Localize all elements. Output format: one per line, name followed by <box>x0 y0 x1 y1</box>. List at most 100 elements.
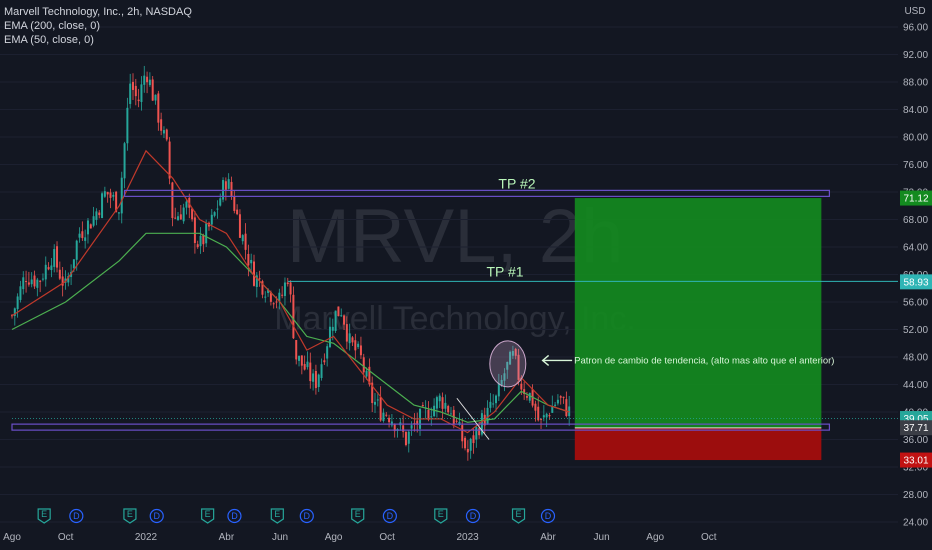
candle <box>84 229 87 249</box>
candle-body <box>402 425 405 432</box>
candle <box>447 404 450 415</box>
candle <box>188 193 191 219</box>
y-tick-label: 28.00 <box>903 490 928 501</box>
candle <box>123 141 126 189</box>
ema50-legend[interactable]: EMA (50, close, 0) <box>4 33 192 47</box>
ema200-legend[interactable]: EMA (200, close, 0) <box>4 19 192 33</box>
candle-body <box>359 345 362 356</box>
price-label-value: 71.12 <box>903 194 928 205</box>
candle <box>39 279 42 293</box>
price-chart[interactable]: MRVL, 2hMarvell Technology, Inc.TP #2TP … <box>0 0 932 550</box>
candle <box>441 392 444 419</box>
candle-body <box>30 279 33 285</box>
candle-body <box>486 407 489 424</box>
price-label-value: 33.01 <box>903 456 928 467</box>
candle-body <box>219 198 222 206</box>
candle-body <box>545 413 548 418</box>
y-tick-label: 44.00 <box>903 380 928 391</box>
candle-body <box>455 420 458 422</box>
candle-body <box>343 315 346 325</box>
profit-zone <box>574 198 822 428</box>
candle <box>449 407 452 415</box>
candle-body <box>298 355 301 361</box>
candle-body <box>81 231 84 239</box>
candle-body <box>106 191 109 195</box>
candle-body <box>241 235 244 242</box>
candle-body <box>410 425 413 429</box>
candle-body <box>317 374 320 388</box>
x-tick-label: Abr <box>219 532 235 543</box>
y-tick-label: 76.00 <box>903 160 928 171</box>
candle <box>247 244 250 277</box>
candle-body <box>385 414 388 416</box>
candle <box>281 286 284 299</box>
candle-body <box>154 94 157 101</box>
candle <box>238 209 241 238</box>
candle-body <box>95 211 98 220</box>
candle-body <box>472 435 475 444</box>
candle <box>309 352 312 389</box>
candle <box>545 412 548 428</box>
dividend-event-letter: D <box>73 511 80 521</box>
candle-body <box>404 431 407 446</box>
symbol-title[interactable]: Marvell Technology, Inc., 2h, NASDAQ <box>4 5 192 19</box>
candle <box>253 254 256 287</box>
candle-body <box>129 83 132 104</box>
candle-body <box>247 253 250 266</box>
candle <box>19 280 22 303</box>
candle <box>264 291 267 303</box>
candle <box>162 126 165 139</box>
candle-body <box>72 259 75 269</box>
candle-body <box>205 223 208 244</box>
candle-body <box>286 282 289 285</box>
candle <box>207 221 210 231</box>
candle-body <box>540 418 543 420</box>
candle-body <box>421 405 424 407</box>
candle-body <box>348 333 351 344</box>
candle <box>58 261 61 281</box>
x-tick-label: Abr <box>540 532 556 543</box>
earnings-event-letter: E <box>205 509 211 519</box>
x-tick-label: Ago <box>325 532 343 543</box>
candle <box>179 204 182 220</box>
candle-body <box>165 129 168 140</box>
candle-body <box>441 397 444 409</box>
candle <box>475 424 478 448</box>
candle-body <box>365 370 368 377</box>
candle <box>117 212 120 221</box>
candle <box>134 78 137 106</box>
x-tick-label: Jun <box>272 532 288 543</box>
candle-body <box>556 399 559 404</box>
dividend-event-letter: D <box>387 511 394 521</box>
annotation-text: Patron de cambio de tendencia, (alto mas… <box>574 355 834 366</box>
candle-body <box>210 214 213 225</box>
candle <box>323 353 326 365</box>
candle-body <box>250 259 253 264</box>
candle-body <box>300 355 303 366</box>
candle <box>199 227 202 254</box>
candle-body <box>182 207 185 222</box>
candle <box>528 392 531 404</box>
price-label: 33.01 <box>900 452 932 468</box>
chart-legend: Marvell Technology, Inc., 2h, NASDAQ EMA… <box>4 5 192 47</box>
candle-body <box>495 395 498 404</box>
candle <box>106 191 109 203</box>
candle-body <box>351 337 354 343</box>
candle-body <box>309 362 312 382</box>
candle-body <box>357 343 360 348</box>
candle <box>317 373 320 392</box>
candle-body <box>444 402 447 409</box>
candle-body <box>435 397 438 409</box>
candle-body <box>58 269 61 279</box>
candle <box>303 355 306 371</box>
candle <box>78 227 81 243</box>
candle-body <box>388 417 391 423</box>
candle-body <box>362 357 365 373</box>
earnings-event-letter: E <box>516 509 522 519</box>
candle-body <box>447 406 450 413</box>
candle-body <box>137 99 140 102</box>
candle-body <box>272 303 275 305</box>
candle-body <box>98 212 101 216</box>
candle <box>565 391 568 418</box>
candle-body <box>466 448 469 453</box>
